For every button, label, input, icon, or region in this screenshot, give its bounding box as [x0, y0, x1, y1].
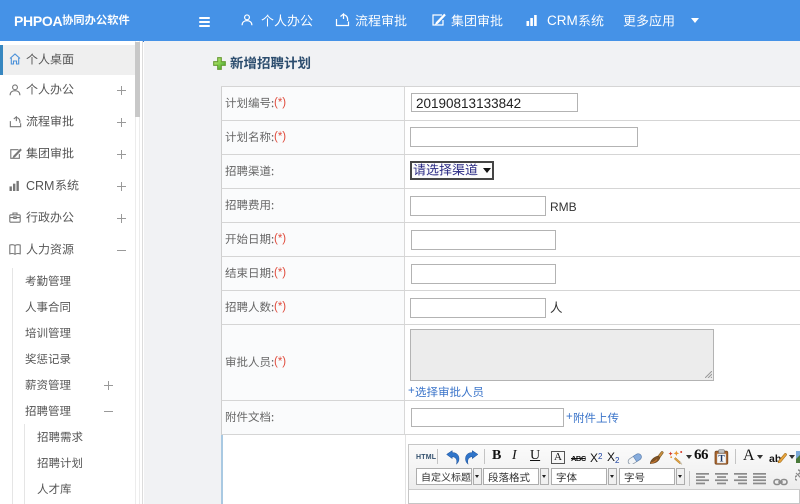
- svg-text:T: T: [718, 455, 725, 465]
